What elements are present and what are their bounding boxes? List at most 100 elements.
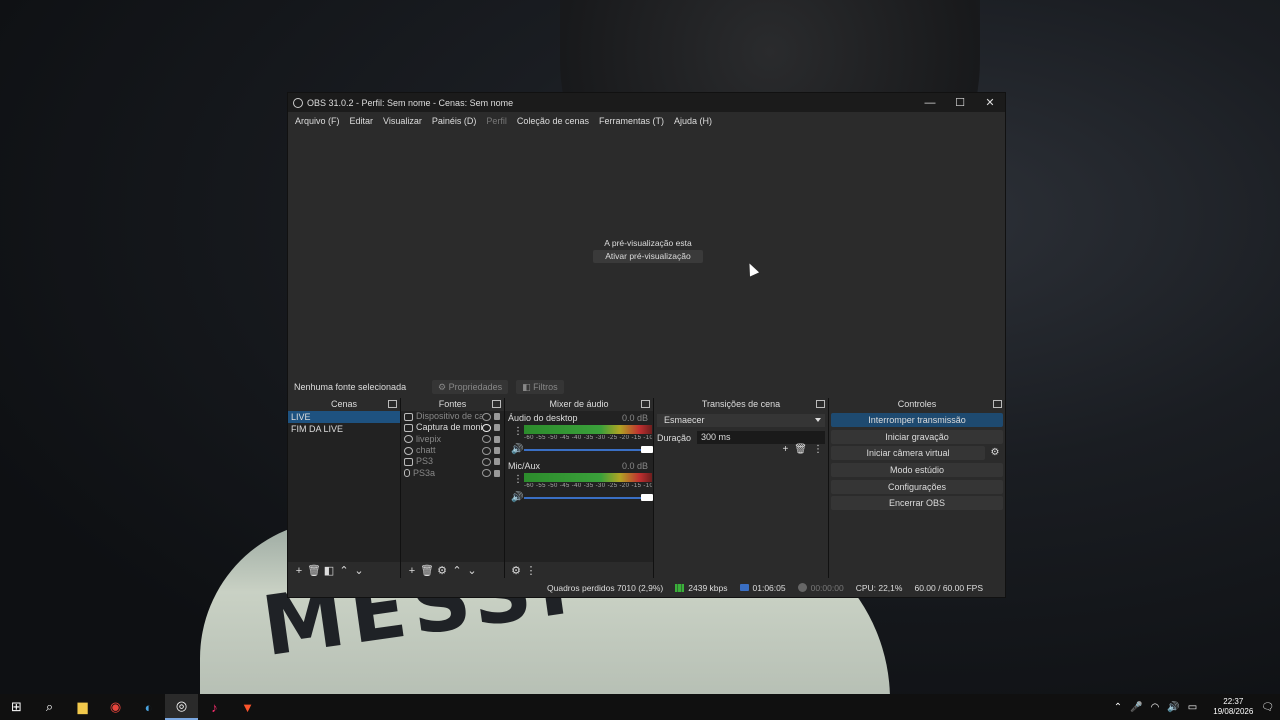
add-transition-icon[interactable]: + bbox=[782, 444, 788, 455]
volume-slider[interactable] bbox=[524, 494, 653, 501]
speaker-icon[interactable]: 🔊 bbox=[511, 492, 523, 503]
transitions-body: Esmaecer Duração 300 ms bbox=[654, 411, 828, 447]
channel-menu-icon[interactable]: ⋮ bbox=[513, 474, 523, 485]
close-button[interactable]: ✕ bbox=[975, 93, 1005, 112]
source-properties-icon[interactable]: ⚙ bbox=[435, 564, 449, 578]
menu-ferramentas[interactable]: Ferramentas (T) bbox=[594, 116, 669, 126]
eye-hidden-icon[interactable] bbox=[482, 469, 491, 478]
wifi-icon[interactable]: ◠ bbox=[1151, 702, 1160, 713]
maximize-button[interactable]: ☐ bbox=[945, 93, 975, 112]
source-item[interactable]: chatt bbox=[401, 445, 504, 456]
lock-icon[interactable] bbox=[494, 413, 500, 421]
volume-meter bbox=[524, 473, 652, 482]
undock-icon[interactable] bbox=[993, 400, 1002, 408]
live-icon bbox=[739, 584, 749, 591]
stop-streaming-button[interactable]: Interromper transmissão bbox=[831, 413, 1003, 427]
source-item[interactable]: livepix bbox=[401, 434, 504, 445]
add-scene-icon[interactable]: + bbox=[292, 564, 306, 578]
brave-icon[interactable]: ▼ bbox=[231, 694, 264, 720]
mixer-title: Mixer de áudio bbox=[549, 399, 609, 409]
microphone-icon[interactable]: 🎤 bbox=[1130, 702, 1142, 713]
mouse-cursor-icon bbox=[744, 261, 760, 277]
chevron-up-icon[interactable]: ⌃ bbox=[1114, 702, 1122, 713]
remove-transition-icon[interactable]: 🗑 bbox=[794, 444, 807, 455]
source-item[interactable]: PS3a bbox=[401, 467, 504, 478]
remove-scene-icon[interactable]: 🗑 bbox=[307, 564, 321, 578]
obs-taskbar-icon[interactable]: ◎ bbox=[165, 694, 198, 720]
source-item[interactable]: PS3 bbox=[401, 456, 504, 467]
undock-icon[interactable] bbox=[641, 400, 650, 408]
transitions-dock: Transições de cena Esmaecer Duração 300 … bbox=[654, 398, 829, 580]
start-virtual-camera-button[interactable]: Iniciar câmera virtual bbox=[831, 446, 985, 461]
notification-icon[interactable]: 🗨 bbox=[1261, 702, 1274, 713]
undock-icon[interactable] bbox=[816, 400, 825, 408]
menu-colecao-cenas[interactable]: Coleção de cenas bbox=[512, 116, 594, 126]
move-up-icon[interactable]: ⌃ bbox=[450, 564, 464, 578]
sources-dock: Fontes Dispositivo de captura Captura de… bbox=[401, 398, 505, 580]
menu-editar[interactable]: Editar bbox=[345, 116, 379, 126]
volume-slider-handle[interactable] bbox=[641, 446, 653, 453]
eye-hidden-icon[interactable] bbox=[482, 435, 491, 444]
move-down-icon[interactable]: ⌄ bbox=[352, 564, 366, 578]
eye-hidden-icon[interactable] bbox=[482, 412, 491, 421]
lock-icon[interactable] bbox=[494, 447, 500, 455]
search-icon[interactable]: ⌕ bbox=[33, 694, 66, 720]
file-explorer-icon[interactable]: ▆ bbox=[66, 694, 99, 720]
add-source-icon[interactable]: + bbox=[405, 564, 419, 578]
start-recording-button[interactable]: Iniciar gravação bbox=[831, 429, 1003, 444]
menu-perfil[interactable]: Perfil bbox=[481, 116, 512, 126]
windows-start-icon[interactable]: ⊞ bbox=[0, 694, 33, 720]
mixer-menu-icon[interactable]: ⋮ bbox=[524, 564, 538, 578]
chrome-icon[interactable]: ◉ bbox=[99, 694, 132, 720]
exit-button[interactable]: Encerrar OBS bbox=[831, 496, 1003, 511]
menu-ajuda[interactable]: Ajuda (H) bbox=[669, 116, 717, 126]
menu-visualizar[interactable]: Visualizar bbox=[378, 116, 427, 126]
lock-icon[interactable] bbox=[494, 435, 500, 443]
undock-icon[interactable] bbox=[492, 400, 501, 408]
menu-paineis[interactable]: Painéis (D) bbox=[427, 116, 482, 126]
scene-item-fim-da-live[interactable]: FIM DA LIVE bbox=[288, 423, 400, 435]
scene-item-live[interactable]: LIVE bbox=[288, 411, 400, 423]
transitions-header: Transições de cena bbox=[654, 398, 828, 411]
menu-arquivo[interactable]: Arquivo (F) bbox=[290, 116, 345, 126]
properties-button[interactable]: ⚙ Propriedades bbox=[432, 379, 509, 394]
duration-input[interactable]: 300 ms bbox=[697, 431, 825, 444]
lock-icon[interactable] bbox=[494, 458, 500, 466]
transition-select[interactable]: Esmaecer bbox=[657, 414, 825, 427]
transition-menu-icon[interactable]: ⋮ bbox=[813, 444, 823, 455]
source-item[interactable]: Captura de monitor bbox=[401, 422, 504, 433]
move-down-icon[interactable]: ⌄ bbox=[465, 564, 479, 578]
advanced-audio-icon[interactable]: ⚙ bbox=[509, 564, 523, 578]
settings-button[interactable]: Configurações bbox=[831, 479, 1003, 494]
battery-icon[interactable]: ▭ bbox=[1188, 702, 1197, 713]
enable-preview-button[interactable]: Ativar pré-visualização bbox=[593, 250, 703, 263]
move-up-icon[interactable]: ⌃ bbox=[337, 564, 351, 578]
title-bar[interactable]: OBS 31.0.2 - Perfil: Sem nome - Cenas: S… bbox=[288, 93, 1005, 112]
clock[interactable]: 22:37 19/08/2026 bbox=[1205, 697, 1253, 717]
scene-filters-icon[interactable]: ◧ bbox=[322, 564, 336, 578]
speaker-icon[interactable]: 🔊 bbox=[511, 444, 523, 455]
lock-icon[interactable] bbox=[494, 424, 500, 432]
undock-icon[interactable] bbox=[388, 400, 397, 408]
eye-hidden-icon[interactable] bbox=[482, 446, 491, 455]
globe-icon bbox=[404, 446, 413, 455]
volume-slider-handle[interactable] bbox=[641, 494, 653, 501]
window-title: OBS 31.0.2 - Perfil: Sem nome - Cenas: S… bbox=[307, 97, 514, 108]
monitor-icon bbox=[404, 423, 413, 432]
lock-icon[interactable] bbox=[494, 469, 500, 477]
volume-icon[interactable]: 🔊 bbox=[1167, 702, 1179, 713]
tiktok-icon[interactable]: ♪ bbox=[198, 694, 231, 720]
eye-hidden-icon[interactable] bbox=[482, 457, 491, 466]
obs-logo-icon bbox=[293, 97, 303, 108]
minimize-button[interactable]: — bbox=[915, 93, 945, 112]
channel-menu-icon[interactable]: ⋮ bbox=[513, 426, 523, 437]
meter-ticks: -60 -55 -50 -45 -40 -35 -30 -25 -20 -15 … bbox=[524, 483, 652, 489]
studio-mode-button[interactable]: Modo estúdio bbox=[831, 463, 1003, 478]
remove-source-icon[interactable]: 🗑 bbox=[420, 564, 434, 578]
source-item[interactable]: Dispositivo de captura bbox=[401, 411, 504, 422]
volume-slider[interactable] bbox=[524, 446, 653, 453]
app-icon[interactable]: ◐ bbox=[132, 694, 165, 720]
filters-button[interactable]: ◧ Filtros bbox=[516, 379, 564, 394]
eye-icon[interactable] bbox=[482, 423, 491, 432]
virtual-camera-settings-icon[interactable]: ⚙ bbox=[987, 446, 1003, 460]
